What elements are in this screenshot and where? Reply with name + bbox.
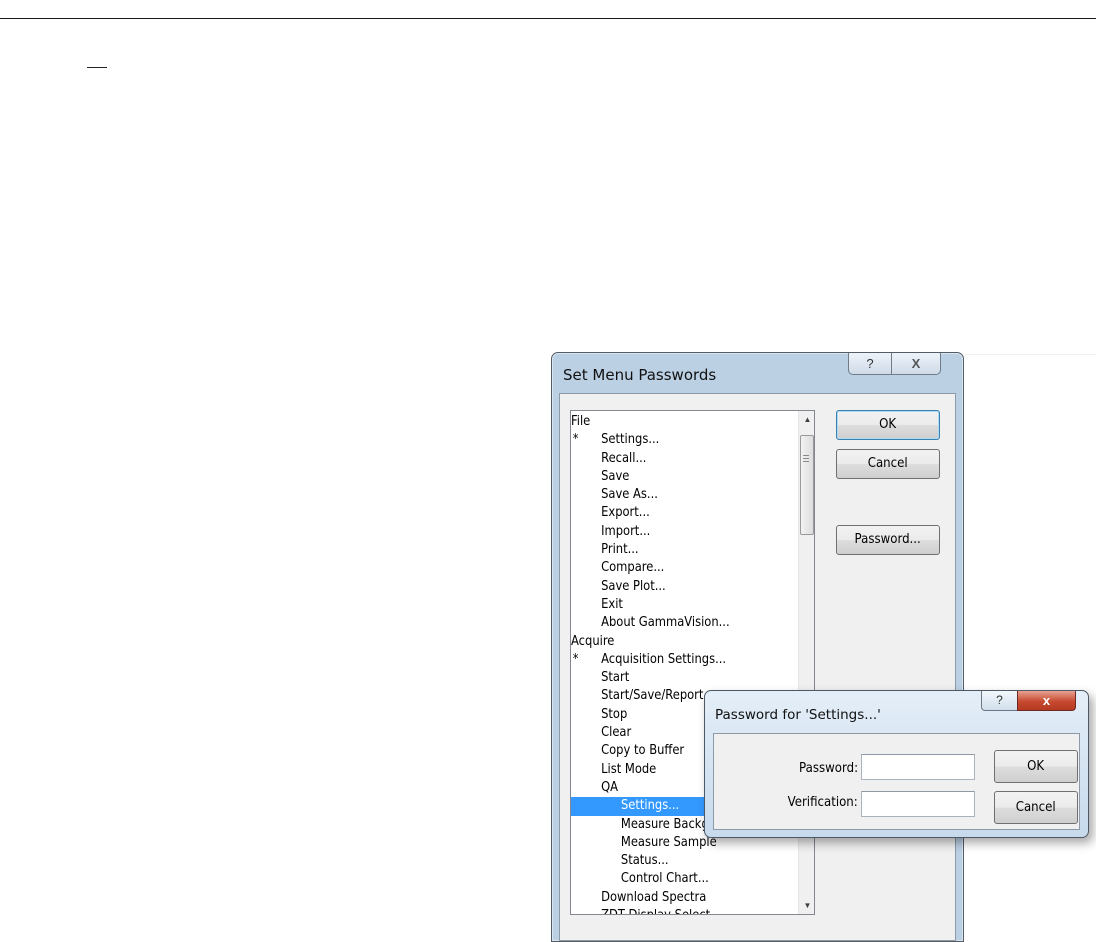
menu-list-item-label: File (571, 414, 591, 429)
password-dialog-title: Password for 'Settings...' (715, 707, 881, 723)
menu-list-item[interactable]: * Acquisition Settings... (571, 651, 766, 669)
password-ok-button[interactable]: OK (994, 750, 1078, 783)
menu-list-item-label: ZDT Display Select (601, 907, 710, 914)
menu-list-item-label: Copy to Buffer (601, 743, 685, 759)
menu-list-item-label: About GammaVision... (601, 615, 730, 631)
menu-list-item[interactable]: Download Spectra (571, 889, 766, 907)
scroll-down-arrow-icon[interactable]: ▼ (799, 897, 814, 914)
menu-list-item-label: Measure Sample (620, 834, 717, 850)
dialog-client-area: File * Settings... Recall... Save Save As... E… (559, 393, 956, 941)
password-label: Password: (798, 761, 858, 776)
menu-list-item-label: Status... (620, 853, 669, 869)
menu-list-item[interactable]: Compare... (571, 559, 766, 577)
listbox-scrollbar[interactable]: ▲ ▼ (798, 411, 814, 914)
menu-list-item-label: Acquisition Settings... (601, 651, 727, 667)
close-icon[interactable]: x (1017, 691, 1076, 711)
menu-list-item-label: Save Plot... (601, 578, 666, 594)
scroll-up-arrow-icon[interactable]: ▲ (799, 411, 814, 428)
set-menu-passwords-dialog: Set Menu Passwords ? X File * Settings... R… (551, 352, 964, 942)
menu-list-item[interactable]: Import... (571, 523, 766, 541)
menu-list-item-label: Settings... (621, 798, 680, 814)
scrollbar-grip-icon (803, 455, 809, 462)
password-cancel-button[interactable]: Cancel (994, 791, 1078, 824)
document-faint-line (965, 354, 1096, 355)
scrollbar-thumb[interactable] (800, 435, 814, 535)
menu-list-item[interactable]: Print... (571, 541, 766, 559)
menu-list-item-label: Stop (601, 706, 628, 722)
menu-list-item[interactable]: Save (571, 468, 766, 486)
document-top-rule (0, 18, 1096, 19)
menu-list-item-label: Compare... (601, 560, 665, 576)
menu-list-item[interactable]: Control Chart... (571, 870, 766, 888)
menu-list-item-label: Save As... (601, 487, 658, 503)
menu-list-item-label: Clear (601, 725, 632, 741)
menu-list-item[interactable]: Save As... (571, 486, 766, 504)
menu-list-item-label: Export... (601, 505, 650, 521)
menu-list-item-label: Start/Save/Report (601, 688, 704, 704)
password-input[interactable] (861, 754, 975, 780)
menu-items-list: File * Settings... Recall... Save Save As... E… (571, 413, 798, 914)
menu-list-item-label: Start (601, 670, 630, 686)
menu-list-item[interactable]: Acquire (571, 633, 766, 651)
menu-list-item-label: Download Spectra (601, 889, 707, 905)
dialog-title: Set Menu Passwords (563, 366, 717, 384)
menu-list-item[interactable]: File (571, 413, 766, 431)
menu-list-item[interactable]: * Settings... (571, 431, 766, 449)
help-icon[interactable]: ? (981, 691, 1018, 711)
ok-button[interactable]: OK (836, 410, 940, 440)
menu-list-item[interactable]: Save Plot... (571, 578, 766, 596)
menu-list-item-label: List Mode (601, 761, 657, 777)
menu-list-item[interactable]: Exit (571, 596, 766, 614)
password-set-marker: * (572, 432, 579, 448)
menu-items-listbox[interactable]: File * Settings... Recall... Save Save As... E… (570, 410, 815, 915)
menu-list-item-label: Settings... (601, 432, 660, 448)
dialog-titlebar[interactable]: Set Menu Passwords ? X (552, 353, 963, 393)
menu-list-item-label: QA (601, 779, 619, 795)
menu-list-item-label: Control Chart... (620, 871, 709, 887)
menu-list-item[interactable]: Export... (571, 504, 766, 522)
password-button[interactable]: Password... (836, 525, 940, 555)
password-dialog-client-area: Password: Verification: OK Cancel (713, 733, 1080, 830)
menu-list-item[interactable]: ZDT Display Select (571, 907, 766, 914)
menu-list-item-label: Recall... (601, 450, 647, 466)
menu-list-item-label: Print... (601, 542, 639, 558)
verification-input[interactable] (861, 791, 975, 817)
password-for-settings-dialog: Password for 'Settings...' ? x Password:… (704, 690, 1089, 838)
close-icon[interactable]: X (891, 353, 941, 375)
document-dash-mark (87, 67, 107, 68)
help-icon[interactable]: ? (848, 353, 892, 375)
menu-list-item[interactable]: Status... (571, 852, 766, 870)
verification-label: Verification: (787, 795, 858, 810)
menu-list-item[interactable]: Recall... (571, 450, 766, 468)
menu-list-item-label: Import... (601, 523, 651, 539)
menu-list-item[interactable]: Start (571, 669, 766, 687)
menu-list-item-label: Acquire (571, 633, 615, 649)
password-set-marker: * (572, 651, 579, 667)
cancel-button[interactable]: Cancel (836, 449, 940, 479)
menu-list-item-label: Save (601, 468, 630, 484)
menu-list-item[interactable]: About GammaVision... (571, 614, 766, 632)
menu-list-item-label: Exit (601, 596, 623, 612)
